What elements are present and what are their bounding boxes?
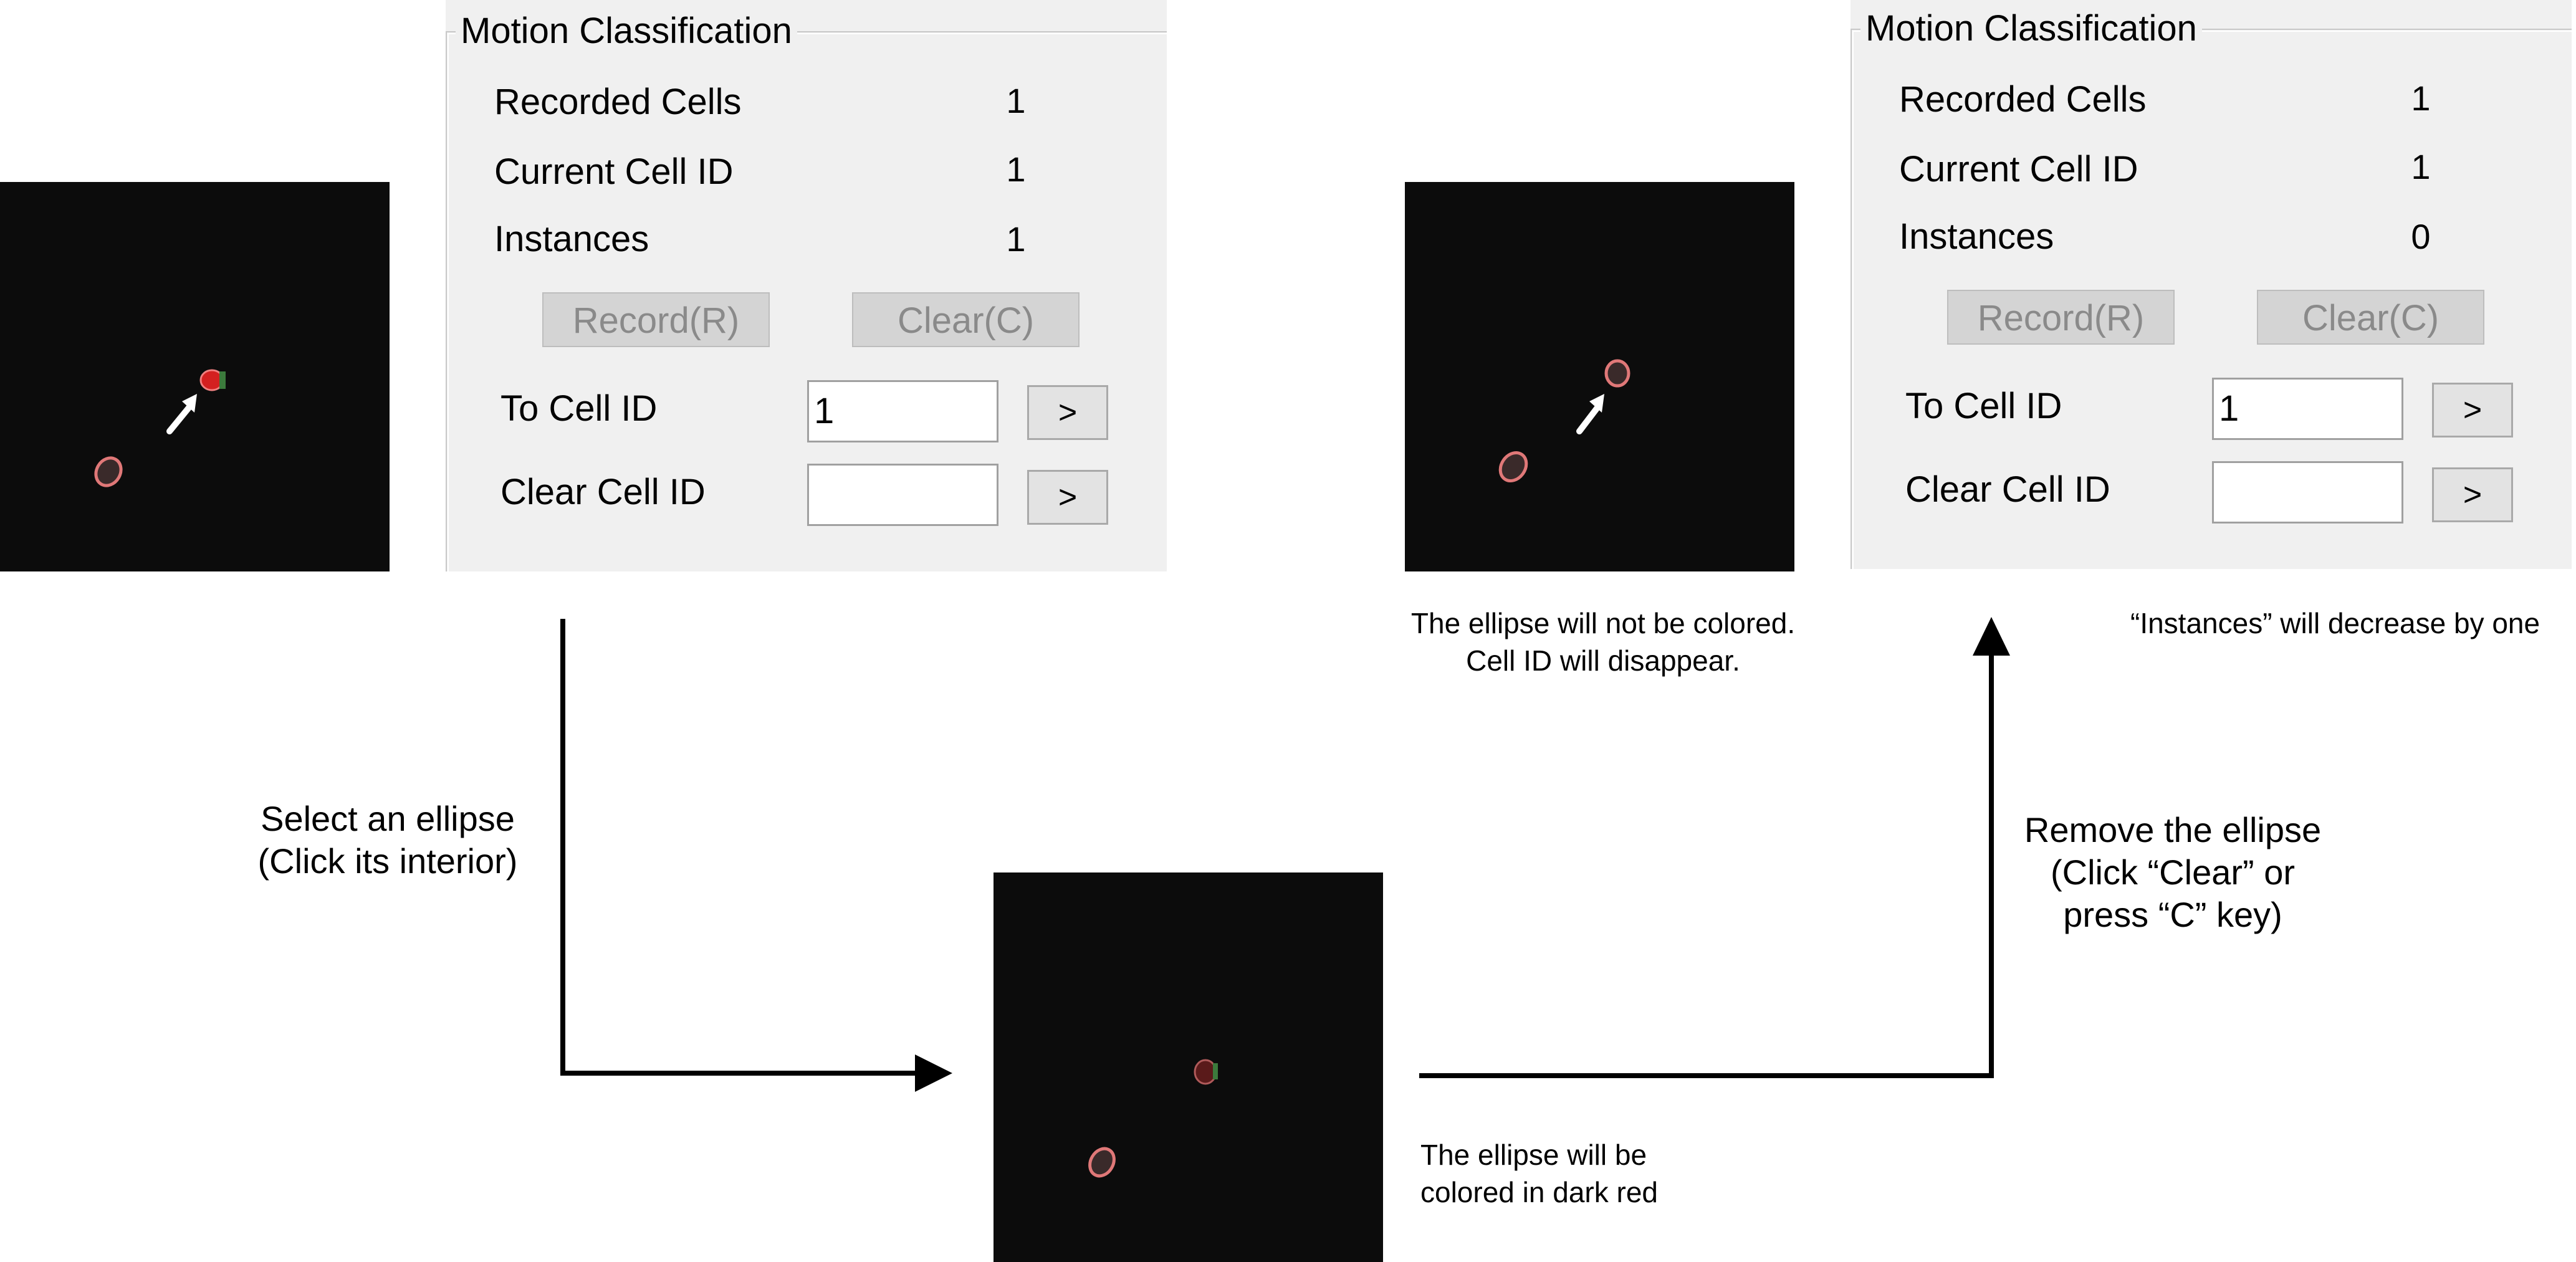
current-cell-id-label: Current Cell ID [1899, 149, 2138, 189]
clear-cell-id-go-button[interactable]: > [1027, 470, 1108, 525]
step-remove-line2: (Click “Clear” or [2051, 853, 2295, 892]
clear-cell-id-go-button[interactable]: > [2432, 467, 2513, 522]
pointer-arrow-icon [1576, 394, 1604, 434]
cell-ellipse-unselected[interactable] [1085, 1144, 1119, 1180]
instances-decrease-caption: “Instances” will decrease by one [2130, 607, 2540, 639]
clear-button[interactable]: Clear(C) [2257, 290, 2484, 345]
to-cell-id-go-button[interactable]: > [2432, 383, 2513, 437]
current-cell-id-value: 1 [2411, 147, 2431, 186]
flow-arrow-icon [1419, 617, 2010, 1078]
current-cell-id-value: 1 [1006, 150, 1026, 189]
panel-title: Motion Classification [456, 9, 797, 54]
not-colored-line1: The ellipse will not be colored. [1410, 607, 1796, 639]
pointer-arrow-icon [166, 394, 197, 434]
cell-image-initial-canvas [91, 369, 226, 490]
colored-caption: The ellipse will be colored in dark red [1420, 1136, 1658, 1211]
cell-image-initial [0, 182, 390, 571]
motion-classification-panel-after: Motion Classification Recorded Cells 1 C… [1851, 0, 2572, 569]
cell-ellipse-cleared[interactable] [1604, 359, 1630, 388]
step-remove-line3: press “C” key) [2063, 895, 2282, 934]
recorded-cells-label: Recorded Cells [494, 82, 742, 122]
instances-value: 0 [2411, 217, 2431, 256]
current-cell-id-label: Current Cell ID [494, 151, 734, 192]
instances-value: 1 [1006, 219, 1026, 259]
step-select-line1: Select an ellipse [261, 799, 515, 838]
recorded-cells-value: 1 [2411, 79, 2431, 118]
step-remove-line1: Remove the ellipse [2024, 810, 2322, 849]
cell-image-after-clear-canvas [1495, 359, 1630, 485]
cell-ellipse-unselected[interactable] [1495, 447, 1532, 485]
colored-line1: The ellipse will be [1420, 1139, 1647, 1171]
cell-ellipse-selected[interactable] [199, 369, 226, 391]
step-select-caption: Select an ellipse (Click its interior) [206, 798, 570, 882]
record-button[interactable]: Record(R) [542, 292, 770, 347]
clear-cell-id-input[interactable] [2212, 461, 2403, 523]
flow-arrow-icon [560, 619, 952, 1092]
instances-label: Instances [1899, 216, 2054, 257]
step-select-line2: (Click its interior) [257, 841, 518, 881]
recorded-cells-value: 1 [1006, 81, 1026, 120]
cell-image-selected [994, 872, 1383, 1262]
to-cell-id-go-button[interactable]: > [1027, 385, 1108, 440]
cell-ellipse-unselected[interactable] [91, 454, 126, 490]
cell-image-after-clear [1405, 182, 1794, 571]
instances-label: Instances [494, 219, 649, 259]
clear-cell-id-label: Clear Cell ID [500, 472, 706, 512]
clear-cell-id-input[interactable] [807, 464, 998, 526]
to-cell-id-input[interactable]: 1 [2212, 378, 2403, 440]
to-cell-id-label: To Cell ID [500, 388, 658, 429]
clear-button[interactable]: Clear(C) [852, 292, 1080, 347]
to-cell-id-label: To Cell ID [1905, 386, 2062, 426]
record-button[interactable]: Record(R) [1947, 290, 2175, 345]
to-cell-id-input[interactable]: 1 [807, 380, 998, 442]
motion-classification-panel-before: Motion Classification Recorded Cells 1 C… [446, 0, 1167, 571]
not-colored-line2: Cell ID will disappear. [1466, 644, 1740, 677]
panel-title: Motion Classification [1860, 6, 2202, 51]
cell-image-selected-canvas [1085, 1059, 1218, 1180]
recorded-cells-label: Recorded Cells [1899, 79, 2147, 120]
colored-line2: colored in dark red [1420, 1176, 1658, 1208]
step-remove-caption: Remove the ellipse (Click “Clear” or pre… [1992, 809, 2353, 936]
not-colored-caption: The ellipse will not be colored. Cell ID… [1354, 605, 1852, 679]
clear-cell-id-label: Clear Cell ID [1905, 469, 2110, 510]
cell-ellipse-dark-red[interactable] [1194, 1059, 1218, 1085]
